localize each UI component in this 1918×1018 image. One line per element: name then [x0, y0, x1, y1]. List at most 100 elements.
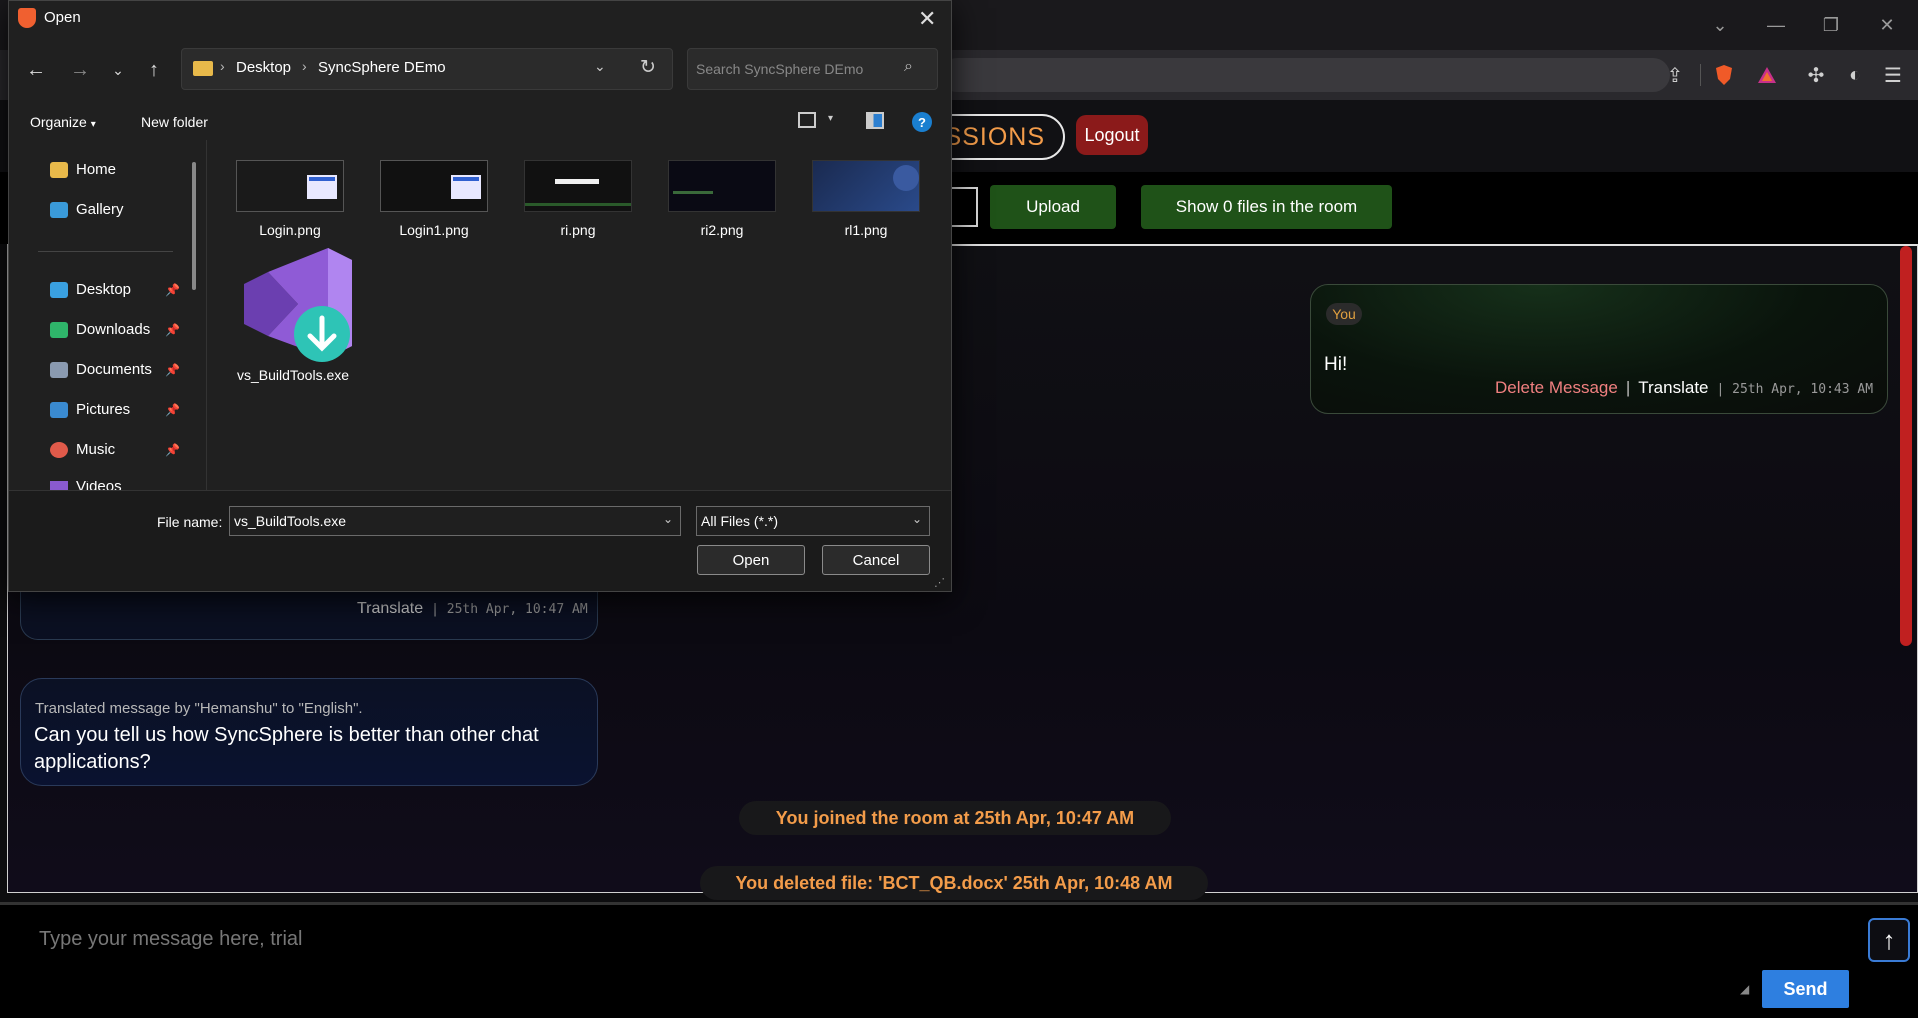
image-thumbnail: [668, 160, 776, 212]
gallery-icon: [50, 201, 68, 218]
brave-shields-icon[interactable]: [1711, 62, 1737, 88]
file-name: Login.png: [259, 222, 321, 238]
scroll-up-button[interactable]: ↑: [1868, 918, 1910, 962]
cancel-button[interactable]: Cancel: [822, 545, 930, 575]
breadcrumb-desktop[interactable]: Desktop: [236, 59, 291, 76]
nav-item-documents[interactable]: Documents: [50, 361, 152, 378]
file-name: Login1.png: [399, 222, 469, 238]
breadcrumb-separator-icon: ›: [302, 58, 307, 74]
delete-message-link[interactable]: Delete Message: [1495, 378, 1618, 398]
nav-item-desktop[interactable]: Desktop: [50, 281, 131, 298]
send-button[interactable]: Send: [1762, 970, 1849, 1008]
profile-icon[interactable]: ◐: [1842, 62, 1868, 88]
organize-chevron-icon: ▾: [90, 119, 96, 130]
file-item[interactable]: ri.png: [522, 160, 634, 238]
nav-divider: [38, 251, 173, 252]
file-name: ri2.png: [700, 222, 744, 238]
view-options-icon[interactable]: [798, 112, 816, 128]
music-icon: [50, 441, 68, 458]
file-item[interactable]: rl1.png: [810, 160, 922, 238]
dialog-title: Open: [44, 9, 81, 26]
pin-icon: 📌: [165, 403, 180, 417]
search-icon[interactable]: ⌕: [904, 58, 913, 76]
file-name-dropdown-icon[interactable]: ⌄: [663, 512, 673, 526]
brave-rewards-icon[interactable]: [1754, 62, 1780, 88]
image-thumbnail: [380, 160, 488, 212]
open-button[interactable]: Open: [697, 545, 805, 575]
file-item[interactable]: ri2.png: [666, 160, 778, 238]
image-thumbnail: [236, 160, 344, 212]
dialog-resize-grip-icon[interactable]: ⋰: [934, 576, 945, 589]
file-type-select[interactable]: All Files (*.*): [696, 506, 930, 536]
extensions-icon[interactable]: ✣: [1803, 62, 1829, 88]
nav-item-home[interactable]: Home: [50, 161, 116, 178]
window-close-button[interactable]: ✕: [1864, 10, 1910, 40]
file-item-selected[interactable]: vs_BuildTools.exe: [236, 246, 352, 383]
file-name: rl1.png: [844, 222, 888, 238]
toolbar-divider: [1700, 64, 1701, 86]
textarea-resize-handle[interactable]: ◢: [1740, 982, 1749, 996]
message-meta: Delete Message | Translate | 25th Apr, 1…: [1495, 378, 1873, 398]
nav-item-music[interactable]: Music: [50, 441, 115, 458]
file-name: ri.png: [560, 222, 596, 238]
back-arrow-icon[interactable]: ←: [22, 56, 50, 84]
nav-pane-scrollbar[interactable]: [192, 162, 196, 290]
help-icon[interactable]: ?: [912, 112, 932, 132]
search-placeholder: Search SyncSphere DEmo: [696, 61, 864, 77]
nav-item-pictures[interactable]: Pictures: [50, 401, 130, 418]
show-files-button[interactable]: Show 0 files in the room: [1141, 185, 1392, 229]
preview-pane-icon[interactable]: [866, 112, 884, 129]
nav-item-label: Pictures: [76, 401, 131, 418]
new-folder-button[interactable]: New folder: [141, 114, 208, 130]
organize-menu[interactable]: Organize ▾: [30, 114, 96, 130]
documents-icon: [50, 361, 68, 378]
pictures-icon: [50, 401, 68, 418]
dialog-close-icon[interactable]: ✕: [918, 6, 936, 32]
translated-message-text: Can you tell us how SyncSphere is better…: [34, 724, 539, 773]
translate-link[interactable]: Translate: [1638, 378, 1708, 398]
downloads-icon: [50, 321, 68, 338]
refresh-icon[interactable]: ↻: [640, 56, 656, 79]
nav-item-label: Music: [76, 441, 116, 458]
file-name: vs_BuildTools.exe: [236, 367, 350, 383]
file-name-input[interactable]: vs_BuildTools.exe: [229, 506, 681, 536]
menu-icon[interactable]: ☰: [1880, 62, 1906, 88]
tab-list-chevron-icon[interactable]: ⌄: [1697, 10, 1743, 40]
view-chevron-icon[interactable]: ▾: [828, 113, 833, 124]
nav-item-gallery[interactable]: Gallery: [50, 201, 124, 218]
translate-link[interactable]: Translate: [357, 600, 423, 618]
upload-button[interactable]: Upload: [990, 185, 1116, 229]
message-input[interactable]: Type your message here, trial: [39, 928, 302, 951]
file-type-chevron-icon[interactable]: ⌄: [912, 512, 922, 526]
translation-note: Translated message by "Hemanshu" to "Eng…: [35, 700, 363, 717]
breadcrumb-current-folder[interactable]: SyncSphere DEmo: [318, 59, 446, 76]
logout-button[interactable]: Logout: [1076, 115, 1148, 155]
address-bar[interactable]: [940, 58, 1670, 92]
file-item[interactable]: Login1.png: [378, 160, 490, 238]
file-name-label: File name:: [157, 514, 223, 530]
nav-item-label: Documents: [76, 361, 152, 378]
restore-button[interactable]: ❐: [1808, 10, 1854, 40]
message-composer: [0, 902, 1918, 1018]
pin-icon: 📌: [165, 363, 180, 377]
sender-badge: You: [1326, 303, 1362, 325]
message-timestamp: | 25th Apr, 10:47 AM: [431, 602, 588, 617]
forward-arrow-icon[interactable]: →: [66, 56, 94, 84]
visual-studio-installer-icon: [244, 248, 352, 362]
pin-icon: 📌: [165, 443, 180, 457]
path-dropdown-chevron-icon[interactable]: ⌄: [594, 58, 606, 75]
share-icon[interactable]: ⇪: [1662, 62, 1688, 88]
file-item[interactable]: Login.png: [234, 160, 346, 238]
minimize-button[interactable]: —: [1753, 10, 1799, 40]
message-timestamp: | 25th Apr, 10:43 AM: [1716, 382, 1874, 397]
system-message: You joined the room at 25th Apr, 10:47 A…: [739, 801, 1171, 835]
chat-scrollbar[interactable]: [1900, 246, 1912, 646]
folder-icon: [193, 61, 213, 76]
up-folder-arrow-icon[interactable]: ↑: [140, 56, 168, 84]
pin-icon: 📌: [165, 323, 180, 337]
nav-item-label: Desktop: [76, 281, 132, 298]
recent-locations-chevron-icon[interactable]: ⌄: [104, 56, 132, 84]
image-thumbnail: [812, 160, 920, 212]
nav-item-downloads[interactable]: Downloads: [50, 321, 150, 338]
nav-item-label: Gallery: [76, 201, 124, 218]
